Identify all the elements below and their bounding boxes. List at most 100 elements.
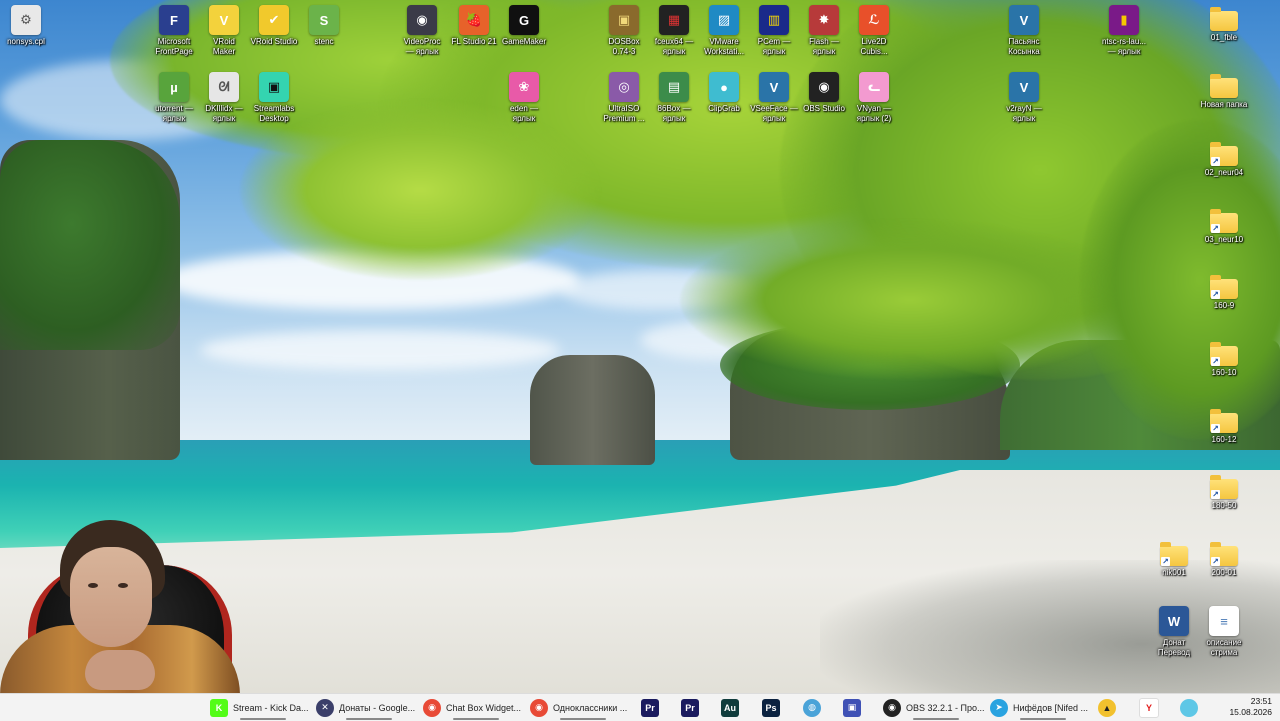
desktop-icon[interactable]: 01_fble [1198,5,1250,43]
taskbar-item-label: Stream - Kick Da... [233,702,309,713]
desktop-icon[interactable]: 160-12 [1198,407,1250,445]
desktop-icon-label: DKIllidx — ярлык [205,104,243,123]
taskbar-item[interactable]: K Stream - Kick Da... [210,694,316,721]
desktop-icon[interactable]: ❀ eden — ярлык [498,72,550,124]
desktop-icon[interactable]: ▥ PCem — ярлык [748,5,800,57]
taskbar-item[interactable]: ◉ Одноклассники ... [530,694,636,721]
desktop-icon[interactable]: ▦ fceux64 — ярлык [648,5,700,57]
desktop-icon-label: OBS Studio [803,104,845,113]
desktop-icon-label: VideoProc — ярлык [403,37,441,56]
clock-date: 15.08.2026 [1229,707,1272,717]
obs-icon: ◉ [809,72,839,102]
folder-icon [1210,542,1238,566]
fceux-icon: ▦ [659,5,689,35]
desktop-icon-label: 180-50 [1211,501,1237,510]
desktop-icon[interactable]: ▨ VMware Workstati... [698,5,750,57]
clipgrab-icon: ● [709,72,739,102]
desktop-icon[interactable]: ● ClipGrab [698,72,750,114]
frontpage-icon: F [159,5,189,35]
vnyan-icon: ᓚ [859,72,889,102]
desktop-icon[interactable]: ◉ OBS Studio [798,72,850,114]
desktop-icon-label: VRoid Studio [250,37,298,46]
desktop-icon[interactable]: 02_neur04 [1198,140,1250,178]
taskbar-item[interactable]: Pr [681,694,699,721]
desktop-icon-label: 160-9 [1213,301,1235,310]
desktop-icon[interactable]: 03_neur10 [1198,207,1250,245]
desktop-icon[interactable]: ᘛ DKIllidx — ярлык [198,72,250,124]
desktop-icon[interactable]: ◉ VideoProc — ярлык [396,5,448,57]
desktop-icon[interactable]: ▣ DOSBox 0.74-3 [598,5,650,57]
desktop-icon[interactable]: 180-50 [1198,473,1250,511]
taskbar-item[interactable]: ▣ [843,694,861,721]
x-app-icon: ✕ [316,698,334,717]
desktop-icon-label: FL Studio 21 [451,37,497,46]
ultraiso-icon: ◎ [609,72,639,102]
desktop-icon[interactable]: ⚙ nonsys.cpl [0,5,52,47]
chrome-icon: ◉ [423,698,441,717]
desktop-icon[interactable]: ᓚ VNyan — ярлык (2) [848,72,900,124]
desktop-icon[interactable]: G GameMaker [498,5,550,47]
audition-icon: Au [721,698,739,717]
desktop-icon-label: stenc [314,37,334,46]
desktop-icon[interactable]: ▤ 86Box — ярлык [648,72,700,124]
taskbar-item-label: Chat Box Widget... [446,702,522,713]
desktop-icon[interactable]: Vv2rayN — ярлык [998,72,1050,124]
desktop-icon[interactable]: ✸ Flash — ярлык [798,5,850,57]
system-clock[interactable]: 23:51 15.08.2026 [1229,696,1272,718]
desktop-icon[interactable]: ▮ ntsc-rs-lau... — ярлык [1098,5,1150,57]
desktop-icon[interactable]: V Пасьянс Косынка [998,5,1050,57]
desktop-icon-label: utorrent — ярлык [155,104,193,123]
desktop-icon-label: 160-12 [1211,435,1237,444]
taskbar-item[interactable]: Pr [641,694,659,721]
desktop-icon-label: ClipGrab [708,104,740,113]
desktop-icon[interactable]: Новая папка [1198,72,1250,110]
taskbar-item[interactable]: Au [721,694,739,721]
desktop-icon[interactable]: 🍓 FL Studio 21 [448,5,500,47]
desktop-icon[interactable]: Sstenc [298,5,350,47]
desktop-icon[interactable]: 160-9 [1198,273,1250,311]
taskbar-item[interactable]: ▲ [1098,694,1116,721]
desktop-icon[interactable]: ≡ описание стрима [1198,606,1250,658]
taskbar-item[interactable]: ➤ Нифёдов [Nifed ... [990,694,1096,721]
taskbar-item[interactable]: ◉ OBS 32.2.1 - Про... [883,694,989,721]
taskbar-item[interactable]: Y [1139,694,1159,721]
desktop-icon[interactable]: ✔ VRoid Studio [248,5,300,47]
desktop-icon-label: nik001 [1162,568,1186,577]
rabbit-icon: ᘛ [209,72,239,102]
obs-icon: ◉ [883,698,901,717]
streamer-hand [85,650,155,690]
desktop-icon[interactable]: µ utorrent — ярлык [148,72,200,124]
taskbar-item[interactable]: ✕ Донаты - Google... [316,694,422,721]
taskbar: K Stream - Kick Da... ✕ Донаты - Google... ◉… [0,693,1280,721]
taskbar-item-label: Одноклассники ... [553,702,628,713]
desktop-icon[interactable]: V VSeeFace — ярлык [748,72,800,124]
taskbar-item[interactable]: ◉ Chat Box Widget... [423,694,529,721]
vseeface-icon: V [759,72,789,102]
desktop-icon[interactable]: ◎ UltraISO Premium ... [598,72,650,124]
desktop-icon[interactable]: W Донат Перевод [1148,606,1200,658]
86box-icon: ▤ [659,72,689,102]
desktop-icon-label: 01_fble [1210,33,1238,42]
taskbar-item[interactable]: Ps [762,694,780,721]
taskbar-item-label: OBS 32.2.1 - Про... [906,702,985,713]
taskbar-item[interactable] [1180,694,1198,721]
floppy-icon: ▣ [843,698,861,717]
desktop-icon-label: 86Box — ярлык [657,104,691,123]
folder-icon [1210,275,1238,299]
desktop-icon[interactable]: 160-10 [1198,340,1250,378]
desktop-icon[interactable]: F Microsoft FrontPage [148,5,200,57]
desktop-icon[interactable]: V VRoid Maker [198,5,250,57]
desktop-icon[interactable]: ▣ Streamlabs Desktop [248,72,300,124]
desktop-icon[interactable]: 200-01 [1198,540,1250,578]
taskbar-item[interactable]: ◍ [803,694,821,721]
premiere-icon: Pr [641,698,659,717]
ntsc-rs-icon: ▮ [1109,5,1139,35]
desktop-icon-label: VMware Workstati... [704,37,744,56]
stencil-icon: S [309,5,339,35]
streamlabs-icon: ▣ [259,72,289,102]
chrome-icon: ◉ [530,698,548,717]
desktop-icon-label: описание стрима [1206,638,1242,657]
desktop-icon-label: v2rayN — ярлык [1006,104,1042,123]
desktop-icon[interactable]: nik001 [1148,540,1200,578]
desktop-icon[interactable]: ℒ Live2D Cubis... [848,5,900,57]
